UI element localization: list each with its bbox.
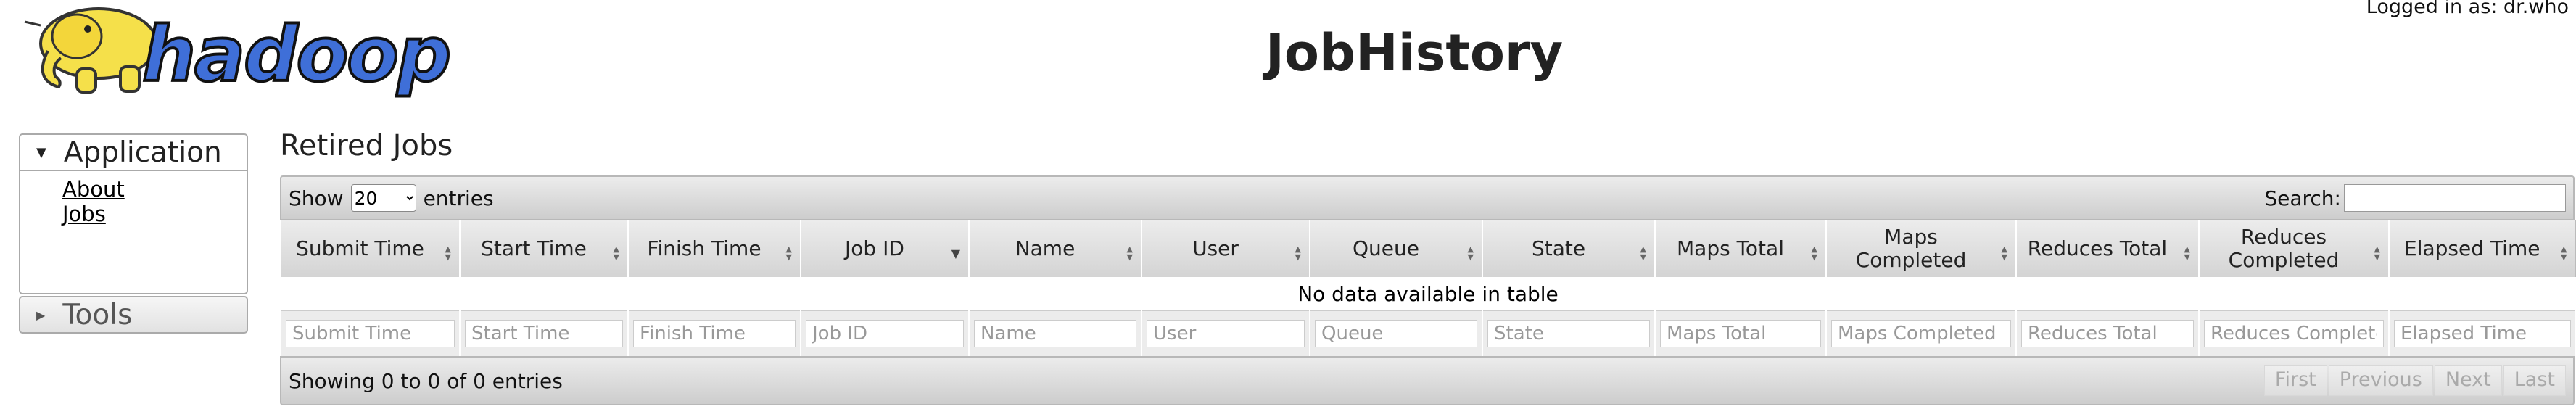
pagination-last-button[interactable]: Last xyxy=(2503,365,2566,396)
jobs-table: Submit Time ▲ ▼ Start Time ▲ ▼ Finish Time ▲ ▼ Jo… xyxy=(280,220,2576,356)
column-filter-input[interactable] xyxy=(1315,320,1477,347)
filter-cell xyxy=(2198,310,2389,356)
column-header-label: Maps Total xyxy=(1677,236,1784,260)
column-filter-input[interactable] xyxy=(286,320,455,347)
search-label: Search: xyxy=(2264,186,2341,210)
column-filter-input[interactable] xyxy=(974,320,1136,347)
column-filter-input[interactable] xyxy=(2204,320,2384,347)
nav-tools-label: Tools xyxy=(62,298,133,331)
column-header-label: Reduces Completed xyxy=(2228,225,2340,272)
column-header[interactable]: Finish Time ▲ ▼ xyxy=(627,220,801,277)
sort-desc-icon: ▼ xyxy=(951,247,960,260)
column-header[interactable]: Maps Total ▲ ▼ xyxy=(1654,220,1827,277)
caret-down-icon: ▼ xyxy=(36,144,46,160)
column-header-label: Start Time xyxy=(481,236,587,260)
sort-both-icon: ▲ ▼ xyxy=(2561,244,2567,262)
nav-tools-header[interactable]: ▶ Tools xyxy=(20,297,247,332)
sort-both-icon: ▲ ▼ xyxy=(613,244,620,262)
column-header-label: Elapsed Time xyxy=(2404,236,2540,260)
column-filter-input[interactable] xyxy=(1831,320,2011,347)
nav-application-label: Application xyxy=(63,136,222,169)
column-header[interactable]: State ▲ ▼ xyxy=(1482,220,1656,277)
pagination-previous-button[interactable]: Previous xyxy=(2328,365,2433,396)
show-label: Show xyxy=(289,186,344,210)
column-filter-input[interactable] xyxy=(2394,320,2571,347)
column-filter-input[interactable] xyxy=(2021,320,2194,347)
entries-label: entries xyxy=(423,186,494,210)
column-header[interactable]: Start Time ▲ ▼ xyxy=(459,220,629,277)
column-filter-input[interactable] xyxy=(1660,320,1821,347)
filter-cell xyxy=(280,310,460,356)
hadoop-logo[interactable]: hadoop xyxy=(19,0,454,100)
filter-cell xyxy=(627,310,801,356)
pagination-next-button[interactable]: Next xyxy=(2434,365,2502,396)
nav-tools-panel[interactable]: ▶ Tools xyxy=(19,296,248,334)
sort-both-icon: ▲ ▼ xyxy=(1295,244,1302,262)
column-header[interactable]: Name ▲ ▼ xyxy=(968,220,1142,277)
nav-application-header[interactable]: ▼ Application xyxy=(20,135,247,171)
column-filter-input[interactable] xyxy=(1147,320,1305,347)
filter-cell xyxy=(1141,310,1310,356)
search-input[interactable] xyxy=(2344,184,2566,212)
column-filter-input[interactable] xyxy=(1487,320,1650,347)
column-header[interactable]: Submit Time ▲ ▼ xyxy=(280,220,461,277)
logged-in-user: Logged in as: dr.who xyxy=(2366,0,2569,18)
pagination-first-button[interactable]: First xyxy=(2263,365,2327,396)
sort-both-icon: ▲ ▼ xyxy=(1640,244,1647,262)
pagination: First Previous Next Last xyxy=(2263,365,2566,396)
nav-application-panel: ▼ Application About Jobs xyxy=(19,133,248,294)
filter-cell xyxy=(459,310,628,356)
filter-cell xyxy=(1482,310,1655,356)
sort-both-icon: ▲ ▼ xyxy=(2184,244,2191,262)
column-header-label: Name xyxy=(1015,236,1076,260)
empty-table-row: No data available in table xyxy=(281,277,2575,311)
filter-cell xyxy=(2388,310,2575,356)
column-header[interactable]: Elapsed Time ▲ ▼ xyxy=(2388,220,2576,277)
column-header-label: Submit Time xyxy=(296,236,424,260)
column-header-label: Maps Completed xyxy=(1855,225,1967,272)
column-filter-input[interactable] xyxy=(633,320,796,347)
page-length-select[interactable]: 20 xyxy=(350,184,416,212)
column-header-label: User xyxy=(1192,236,1239,260)
page-title: JobHistory xyxy=(1265,23,1564,83)
table-header-row: Submit Time ▲ ▼ Start Time ▲ ▼ Finish Time ▲ ▼ Jo… xyxy=(280,220,2576,277)
sort-both-icon: ▲ ▼ xyxy=(1126,244,1134,262)
column-header[interactable]: User ▲ ▼ xyxy=(1141,220,1310,277)
column-header[interactable]: Maps Completed ▲ ▼ xyxy=(1825,220,2017,277)
filter-cell xyxy=(968,310,1142,356)
table-toolbar: Show 20 entries Search: xyxy=(280,175,2575,220)
nav-link-jobs[interactable]: Jobs xyxy=(62,202,247,226)
empty-table-message: No data available in table xyxy=(281,277,2575,311)
filter-cell xyxy=(1825,310,2016,356)
column-filter-input[interactable] xyxy=(806,320,964,347)
sort-both-icon: ▲ ▼ xyxy=(2001,244,2008,262)
column-filter-row xyxy=(280,310,2575,356)
filter-cell xyxy=(1654,310,1826,356)
column-header-label: Queue xyxy=(1353,236,1419,260)
column-header[interactable]: Reduces Completed ▲ ▼ xyxy=(2198,220,2390,277)
column-header-label: State xyxy=(1531,236,1586,260)
filter-cell xyxy=(800,310,969,356)
column-header[interactable]: Job ID ▼ xyxy=(800,220,970,277)
table-info: Showing 0 to 0 of 0 entries xyxy=(289,368,563,393)
table-footer: Showing 0 to 0 of 0 entries First Previo… xyxy=(280,356,2575,405)
jobs-table-wrapper: Show 20 entries Search: Submit Time ▲ ▼ Sta… xyxy=(280,175,2576,405)
column-header[interactable]: Queue ▲ ▼ xyxy=(1309,220,1483,277)
sort-both-icon: ▲ ▼ xyxy=(1811,244,1818,262)
sort-both-icon: ▲ ▼ xyxy=(2374,244,2381,262)
column-header-label: Reduces Total xyxy=(2027,236,2168,260)
column-filter-input[interactable] xyxy=(465,320,623,347)
filter-cell xyxy=(2015,310,2199,356)
column-header-label: Finish Time xyxy=(647,236,761,260)
filter-cell xyxy=(1309,310,1482,356)
nav-link-about[interactable]: About xyxy=(62,177,247,202)
logo-wordmark: hadoop xyxy=(141,10,453,99)
sort-both-icon: ▲ ▼ xyxy=(1467,244,1474,262)
column-header[interactable]: Reduces Total ▲ ▼ xyxy=(2015,220,2200,277)
section-title: Retired Jobs xyxy=(280,129,453,162)
sort-both-icon: ▲ ▼ xyxy=(785,244,793,262)
column-header-label: Job ID xyxy=(845,236,904,260)
caret-right-icon: ▶ xyxy=(36,307,46,322)
sort-both-icon: ▲ ▼ xyxy=(445,244,452,262)
